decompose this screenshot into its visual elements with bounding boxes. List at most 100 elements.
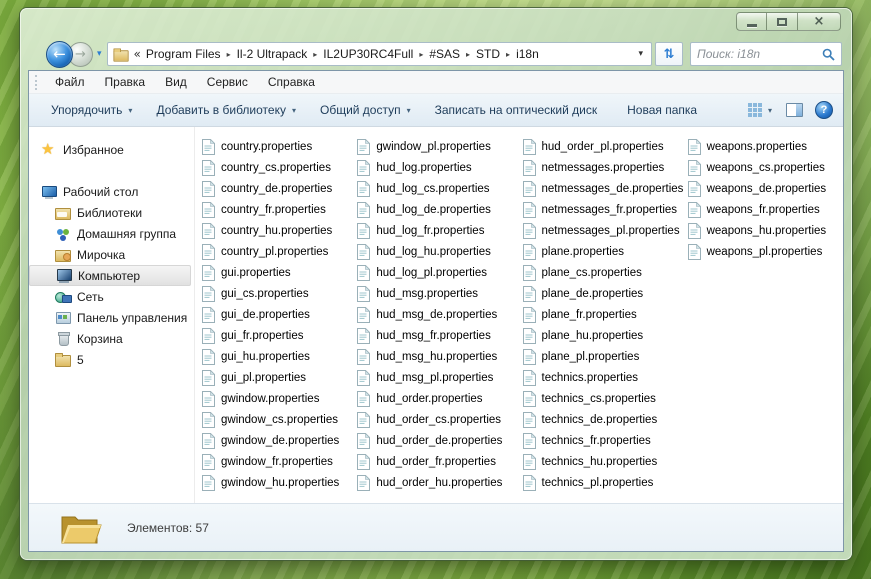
sidebar-item[interactable]: Библиотеки: [29, 202, 194, 223]
file-item[interactable]: gwindow_fr.properties: [202, 451, 357, 472]
search-input[interactable]: [697, 47, 822, 61]
toolbar-button[interactable]: Общий доступ ▾: [308, 98, 423, 122]
file-item[interactable]: hud_log_fr.properties: [357, 220, 522, 241]
file-item[interactable]: hud_log_de.properties: [357, 199, 522, 220]
file-item[interactable]: gui_fr.properties: [202, 325, 357, 346]
close-button[interactable]: ×: [798, 12, 841, 31]
file-item[interactable]: hud_order_pl.properties: [522, 136, 688, 157]
file-item[interactable]: hud_order_cs.properties: [357, 409, 522, 430]
file-item[interactable]: hud_log.properties: [357, 157, 522, 178]
sidebar-item[interactable]: Панель управления: [29, 307, 194, 328]
address-dropdown-icon[interactable]: ▾: [635, 49, 646, 59]
file-item[interactable]: technics_hu.properties: [522, 451, 688, 472]
file-item[interactable]: weapons_pl.properties: [687, 241, 843, 262]
file-item[interactable]: netmessages_fr.properties: [522, 199, 688, 220]
file-item[interactable]: plane_de.properties: [522, 283, 688, 304]
file-item[interactable]: weapons.properties: [687, 136, 843, 157]
file-item[interactable]: hud_msg_hu.properties: [357, 346, 522, 367]
file-item[interactable]: technics_de.properties: [522, 409, 688, 430]
file-item[interactable]: gwindow_de.properties: [202, 430, 357, 451]
preview-pane-icon[interactable]: [786, 103, 803, 117]
file-item[interactable]: country_cs.properties: [202, 157, 357, 178]
file-item[interactable]: hud_log_hu.properties: [357, 241, 522, 262]
menu-item[interactable]: Справка: [258, 72, 325, 92]
file-item[interactable]: plane.properties: [522, 241, 688, 262]
menu-item[interactable]: Сервис: [197, 72, 258, 92]
change-view-button[interactable]: ▾: [746, 101, 774, 119]
file-item[interactable]: weapons_fr.properties: [687, 199, 843, 220]
sidebar-item[interactable]: Мирочка: [29, 244, 194, 265]
refresh-button[interactable]: ⇅: [655, 42, 683, 66]
file-item[interactable]: hud_order_fr.properties: [357, 451, 522, 472]
menu-item[interactable]: Вид: [155, 72, 197, 92]
history-dropdown-icon[interactable]: ▾: [97, 49, 102, 59]
file-item[interactable]: gwindow_cs.properties: [202, 409, 357, 430]
minimize-button[interactable]: [736, 12, 767, 31]
file-item[interactable]: technics_fr.properties: [522, 430, 688, 451]
file-item[interactable]: plane_hu.properties: [522, 325, 688, 346]
file-item[interactable]: country.properties: [202, 136, 357, 157]
file-item[interactable]: plane_cs.properties: [522, 262, 688, 283]
file-item[interactable]: weapons_cs.properties: [687, 157, 843, 178]
file-item[interactable]: hud_log_pl.properties: [357, 262, 522, 283]
breadcrumb-item[interactable]: Il-2 Ultrapack: [235, 47, 310, 61]
file-item[interactable]: netmessages_de.properties: [522, 178, 688, 199]
menu-item[interactable]: Файл: [45, 72, 95, 92]
toolbar-button[interactable]: Добавить в библиотеку ▾: [144, 98, 308, 122]
file-item[interactable]: technics_cs.properties: [522, 388, 688, 409]
breadcrumb-item[interactable]: STD: [474, 47, 502, 61]
breadcrumb-overflow-icon[interactable]: «: [130, 47, 144, 61]
breadcrumb-item[interactable]: i18n: [514, 47, 541, 61]
sidebar-item[interactable]: Рабочий стол: [29, 181, 194, 202]
sidebar-item[interactable]: Корзина: [29, 328, 194, 349]
file-item[interactable]: gwindow_pl.properties: [357, 136, 522, 157]
file-item[interactable]: gwindow.properties: [202, 388, 357, 409]
search-icon[interactable]: [822, 48, 835, 61]
file-item[interactable]: technics_pl.properties: [522, 472, 688, 493]
file-item[interactable]: country_hu.properties: [202, 220, 357, 241]
file-item[interactable]: country_pl.properties: [202, 241, 357, 262]
toolbar-button[interactable]: Упорядочить ▾: [39, 98, 144, 122]
file-item[interactable]: weapons_de.properties: [687, 178, 843, 199]
properties-file-icon: [202, 390, 215, 407]
file-item[interactable]: hud_msg.properties: [357, 283, 522, 304]
file-item[interactable]: netmessages.properties: [522, 157, 688, 178]
file-item[interactable]: netmessages_pl.properties: [522, 220, 688, 241]
maximize-button[interactable]: [767, 12, 798, 31]
file-item[interactable]: plane_pl.properties: [522, 346, 688, 367]
file-item[interactable]: hud_order_de.properties: [357, 430, 522, 451]
file-name: hud_log_pl.properties: [376, 266, 487, 279]
file-item[interactable]: gui_cs.properties: [202, 283, 357, 304]
breadcrumb-item[interactable]: IL2UP30RC4Full: [321, 47, 415, 61]
file-item[interactable]: hud_msg_pl.properties: [357, 367, 522, 388]
file-item[interactable]: hud_log_cs.properties: [357, 178, 522, 199]
file-item[interactable]: country_de.properties: [202, 178, 357, 199]
sidebar-item[interactable]: 5: [29, 349, 194, 370]
sidebar-item[interactable]: Домашняя группа: [29, 223, 194, 244]
file-item[interactable]: gui_hu.properties: [202, 346, 357, 367]
properties-file-icon: [522, 285, 536, 302]
back-button[interactable]: ←: [46, 40, 73, 68]
file-item[interactable]: gui_de.properties: [202, 304, 357, 325]
file-item[interactable]: technics.properties: [522, 367, 688, 388]
file-item[interactable]: hud_order_hu.properties: [357, 472, 522, 493]
breadcrumb-item[interactable]: #SAS: [427, 47, 462, 61]
file-item[interactable]: hud_order.properties: [357, 388, 522, 409]
file-item[interactable]: country_fr.properties: [202, 199, 357, 220]
file-item[interactable]: gwindow_hu.properties: [202, 472, 357, 493]
toolbar-button[interactable]: Новая папка: [615, 98, 715, 122]
file-item[interactable]: gui_pl.properties: [202, 367, 357, 388]
breadcrumb-item[interactable]: Program Files: [144, 47, 223, 61]
file-item[interactable]: plane_fr.properties: [522, 304, 688, 325]
file-item[interactable]: weapons_hu.properties: [687, 220, 843, 241]
help-icon[interactable]: ?: [815, 101, 833, 119]
file-item[interactable]: gui.properties: [202, 262, 357, 283]
sidebar-item[interactable]: Избранное: [29, 139, 194, 160]
file-item[interactable]: hud_msg_fr.properties: [357, 325, 522, 346]
sidebar-item[interactable]: Сеть: [29, 286, 194, 307]
sidebar-item[interactable]: Компьютер: [29, 265, 191, 286]
address-bar[interactable]: « Program Files ▸ Il-2 Ultrapack ▸ IL2UP…: [106, 42, 652, 66]
file-item[interactable]: hud_msg_de.properties: [357, 304, 522, 325]
menu-item[interactable]: Правка: [95, 72, 156, 92]
toolbar-button[interactable]: Записать на оптический диск: [423, 98, 616, 122]
